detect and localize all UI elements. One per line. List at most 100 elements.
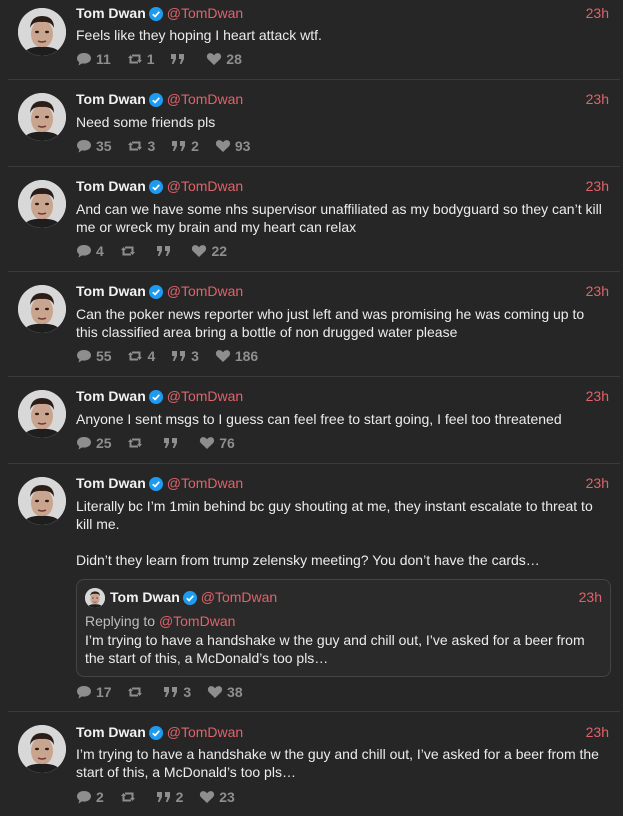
- reply-icon: [76, 244, 92, 258]
- quote-icon: [171, 349, 187, 363]
- avatar[interactable]: [18, 390, 66, 438]
- verified-badge-icon: [149, 89, 163, 115]
- like-button[interactable]: 38: [207, 684, 243, 700]
- timestamp[interactable]: 23h: [586, 0, 609, 26]
- tweet-header: Tom Dwan @TomDwan 23h: [76, 383, 609, 409]
- quoted-author-name[interactable]: Tom Dwan: [110, 589, 180, 605]
- tweet[interactable]: Tom Dwan @TomDwan 23h I’m trying to have …: [8, 712, 620, 816]
- avatar[interactable]: [18, 93, 66, 141]
- like-count: 23: [219, 789, 235, 805]
- reply-button[interactable]: 17: [76, 684, 112, 700]
- reply-icon: [76, 52, 92, 66]
- reply-button[interactable]: 35: [76, 138, 112, 154]
- retweet-icon: [120, 790, 136, 804]
- avatar[interactable]: [18, 180, 66, 228]
- author-handle[interactable]: @TomDwan: [167, 475, 243, 491]
- like-button[interactable]: 186: [215, 348, 258, 364]
- retweet-icon: [127, 52, 143, 66]
- retweet-button[interactable]: [120, 243, 140, 259]
- reply-button[interactable]: 2: [76, 789, 104, 805]
- quoted-avatar[interactable]: [85, 588, 105, 608]
- tweet[interactable]: Tom Dwan @TomDwan 23h And can we have som…: [8, 167, 620, 272]
- reply-button[interactable]: 25: [76, 435, 112, 451]
- avatar[interactable]: [18, 285, 66, 333]
- retweet-icon: [120, 244, 136, 258]
- like-button[interactable]: 28: [206, 51, 242, 67]
- quote-button[interactable]: 3: [171, 348, 199, 364]
- like-button[interactable]: 22: [191, 243, 227, 259]
- avatar[interactable]: [18, 477, 66, 525]
- author-handle[interactable]: @TomDwan: [167, 388, 243, 404]
- timestamp[interactable]: 23h: [586, 383, 609, 409]
- retweet-button[interactable]: [127, 435, 147, 451]
- author-handle[interactable]: @TomDwan: [167, 283, 243, 299]
- quote-button[interactable]: [156, 243, 176, 259]
- tweet[interactable]: Tom Dwan @TomDwan 23h Feels like they hop…: [8, 0, 620, 80]
- like-button[interactable]: 23: [199, 789, 235, 805]
- author-handle[interactable]: @TomDwan: [167, 178, 243, 194]
- reply-button[interactable]: 11: [76, 51, 111, 67]
- quote-button[interactable]: [163, 435, 183, 451]
- quoted-timestamp[interactable]: 23h: [579, 586, 602, 608]
- quote-count: 2: [175, 789, 184, 805]
- retweet-icon: [127, 139, 143, 153]
- quote-count: 3: [191, 348, 199, 364]
- retweet-icon: [127, 349, 143, 363]
- reply-count: 2: [96, 789, 104, 805]
- author-name[interactable]: Tom Dwan: [76, 283, 146, 299]
- tweet-feed: Tom Dwan @TomDwan 23h Feels like they hop…: [0, 0, 623, 816]
- tweet[interactable]: Tom Dwan @TomDwan 23h Literally bc I’m 1m…: [8, 464, 620, 712]
- reply-button[interactable]: 4: [76, 243, 104, 259]
- author-handle[interactable]: @TomDwan: [167, 5, 243, 21]
- retweet-button[interactable]: 1: [127, 51, 155, 67]
- tweet-actions: 17 3 38: [76, 684, 255, 702]
- tweet[interactable]: Tom Dwan @TomDwan 23h Need some friends p…: [8, 80, 620, 167]
- quote-button[interactable]: 2: [156, 789, 184, 805]
- quote-button[interactable]: [170, 51, 190, 67]
- author-name[interactable]: Tom Dwan: [76, 5, 146, 21]
- quote-button[interactable]: 3: [163, 684, 191, 700]
- quote-icon: [170, 52, 186, 66]
- author-name[interactable]: Tom Dwan: [76, 178, 146, 194]
- retweet-icon: [127, 685, 143, 699]
- reply-count: 25: [96, 435, 112, 451]
- author-handle[interactable]: @TomDwan: [167, 91, 243, 107]
- avatar[interactable]: [18, 725, 66, 773]
- quoted-author-handle[interactable]: @TomDwan: [201, 589, 277, 605]
- avatar[interactable]: [18, 8, 66, 56]
- timestamp[interactable]: 23h: [586, 173, 609, 199]
- tweet[interactable]: Tom Dwan @TomDwan 23h Anyone I sent msgs …: [8, 377, 620, 464]
- quote-button[interactable]: 2: [171, 138, 199, 154]
- quoted-header: Tom Dwan @TomDwan 23h: [110, 586, 602, 608]
- like-button[interactable]: 76: [199, 435, 235, 451]
- tweet-text: Literally bc I’m 1min behind bc guy shou…: [76, 498, 593, 568]
- author-name[interactable]: Tom Dwan: [76, 388, 146, 404]
- replying-to: Replying to @TomDwan: [85, 613, 235, 629]
- author-name[interactable]: Tom Dwan: [76, 91, 146, 107]
- quoted-tweet[interactable]: Tom Dwan @TomDwan 23h Replying to @TomDwa…: [76, 579, 611, 677]
- reply-count: 11: [96, 51, 111, 67]
- quoted-text: I’m trying to have a handshake w the guy…: [85, 632, 585, 666]
- retweet-button[interactable]: [127, 684, 147, 700]
- timestamp[interactable]: 23h: [586, 278, 609, 304]
- reply-button[interactable]: 55: [76, 348, 112, 364]
- replying-to-handle[interactable]: @TomDwan: [159, 613, 235, 629]
- tweet[interactable]: Tom Dwan @TomDwan 23h Can the poker news …: [8, 272, 620, 377]
- quote-icon: [163, 436, 179, 450]
- tweet-text: Need some friends pls: [76, 114, 216, 130]
- retweet-button[interactable]: 3: [127, 138, 155, 154]
- timestamp[interactable]: 23h: [586, 470, 609, 496]
- like-count: 76: [219, 435, 235, 451]
- retweet-button[interactable]: 4: [127, 348, 155, 364]
- like-button[interactable]: 93: [215, 138, 250, 154]
- reply-count: 55: [96, 348, 112, 364]
- timestamp[interactable]: 23h: [586, 719, 609, 745]
- author-handle[interactable]: @TomDwan: [167, 724, 243, 740]
- timestamp[interactable]: 23h: [586, 86, 609, 112]
- author-name[interactable]: Tom Dwan: [76, 724, 146, 740]
- retweet-button[interactable]: [120, 789, 140, 805]
- heart-icon: [199, 436, 215, 450]
- author-name[interactable]: Tom Dwan: [76, 475, 146, 491]
- heart-icon: [215, 349, 231, 363]
- verified-badge-icon: [149, 281, 163, 307]
